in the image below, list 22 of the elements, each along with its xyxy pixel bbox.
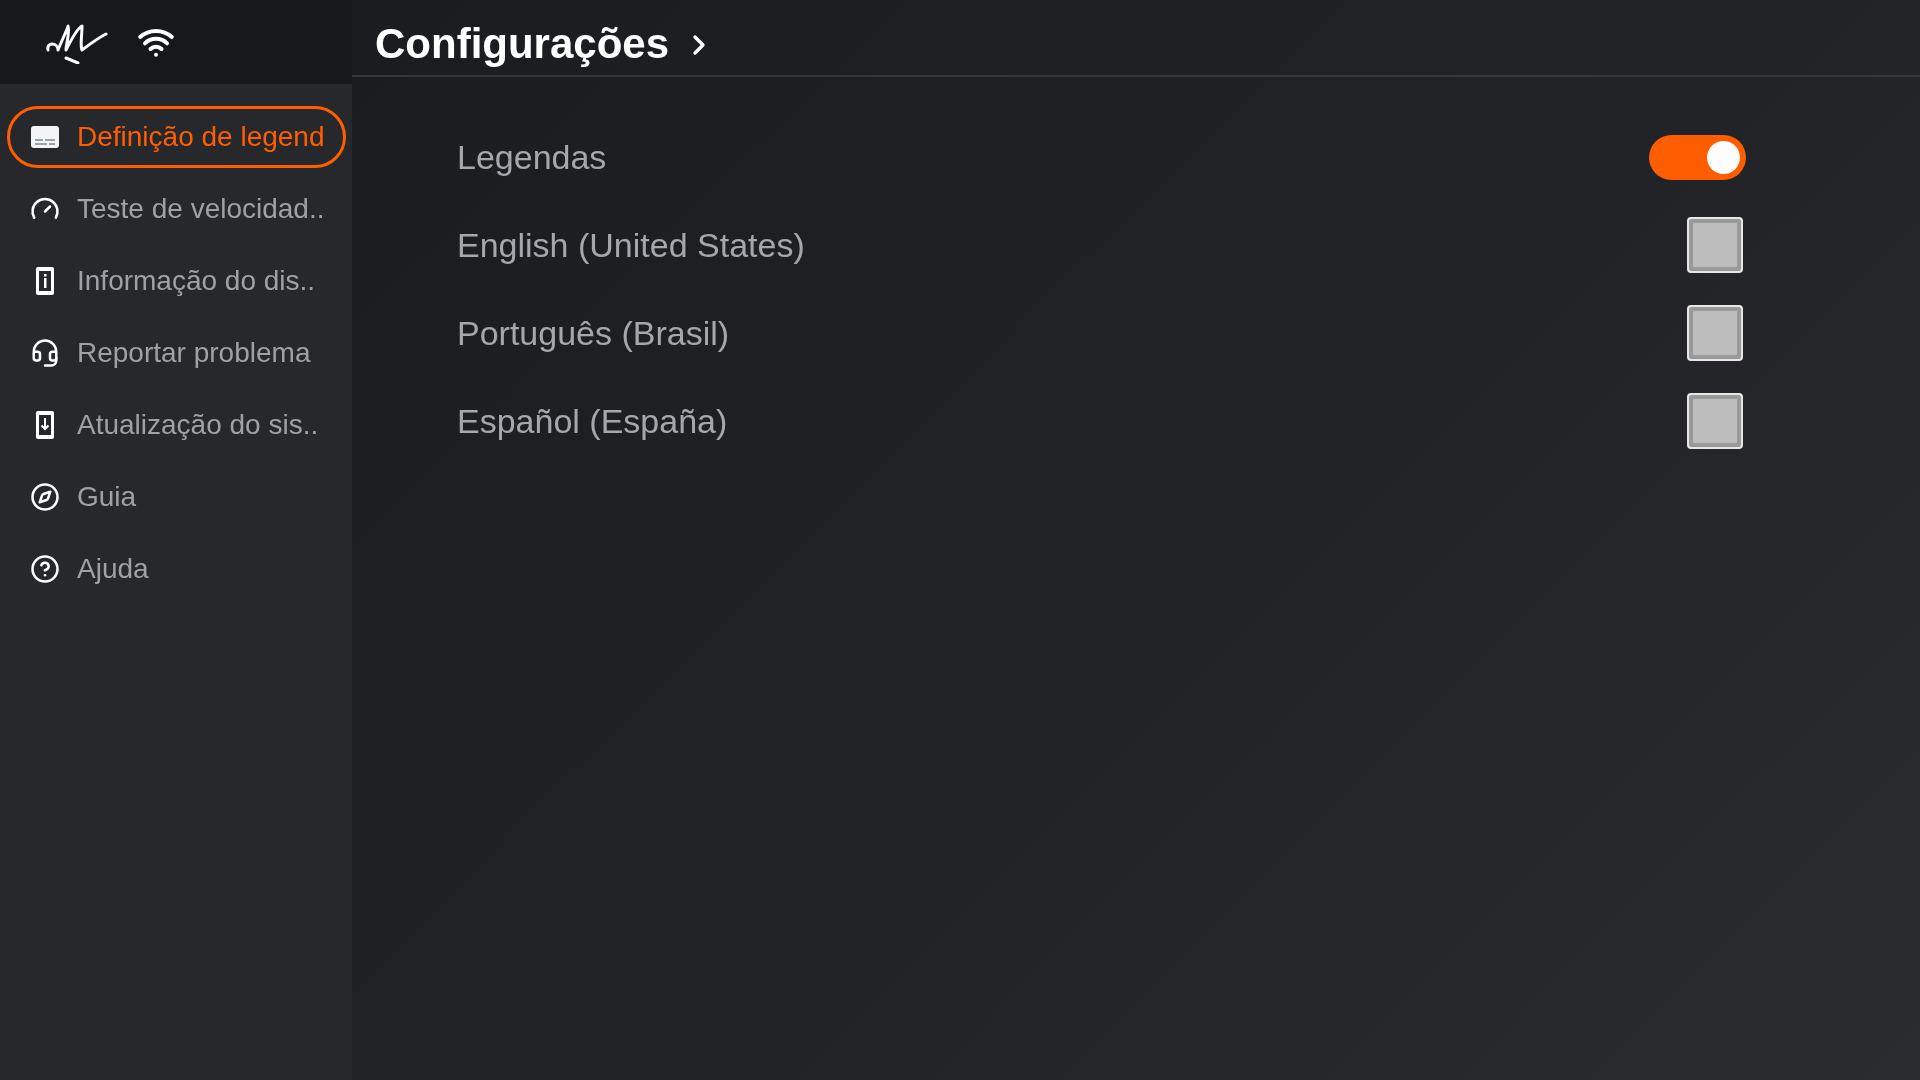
sidebar-item[interactable]: Reportar problema xyxy=(7,322,346,384)
setting-label: English (United States) xyxy=(457,224,805,266)
setting-label: Legendas xyxy=(457,136,607,178)
setting-label: Português (Brasil) xyxy=(457,312,730,354)
sidebar-item[interactable]: Guia xyxy=(7,466,346,528)
sidebar-item[interactable]: Teste de velocidad.. xyxy=(7,178,346,240)
sidebar-item[interactable]: Ajuda xyxy=(7,538,346,600)
sidebar-item[interactable]: Definição de legend xyxy=(7,106,346,168)
headset-icon xyxy=(30,338,60,368)
page-title: Configurações xyxy=(375,19,670,69)
checkbox[interactable] xyxy=(1687,217,1743,273)
help-icon xyxy=(30,554,60,584)
subtitles-icon xyxy=(31,126,59,148)
device-info-icon xyxy=(36,267,54,295)
device-download-icon xyxy=(36,411,54,439)
toggle-switch[interactable] xyxy=(1649,134,1746,180)
sidebar-item[interactable]: Informação do dis.. xyxy=(7,250,346,312)
compass-icon xyxy=(30,482,60,512)
checkbox[interactable] xyxy=(1687,305,1743,361)
setting-label: Español (España) xyxy=(457,400,728,442)
sidebar-item[interactable]: Atualização do sis.. xyxy=(7,394,346,456)
checkbox[interactable] xyxy=(1687,393,1743,449)
